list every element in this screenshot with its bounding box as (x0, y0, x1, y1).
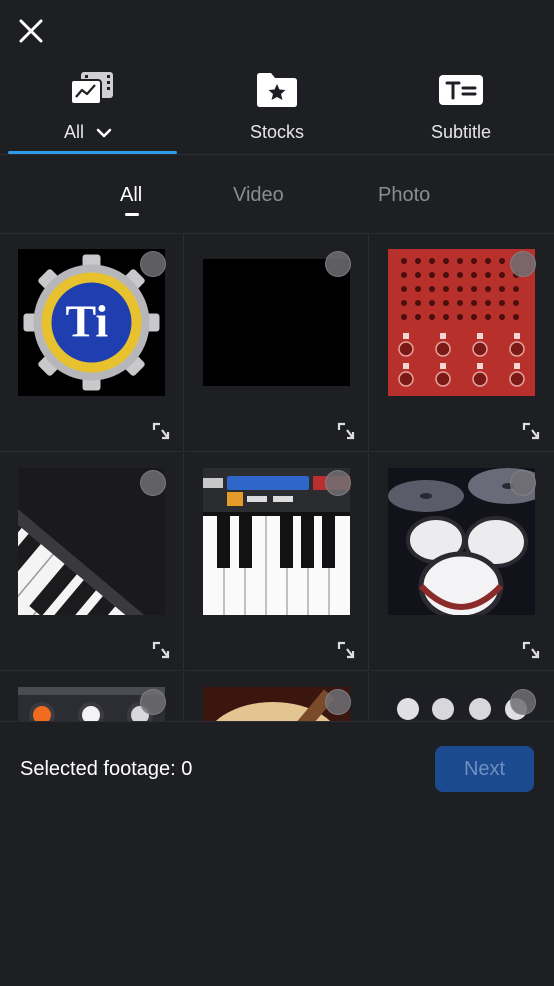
select-checkbox[interactable] (510, 470, 536, 496)
media-item[interactable] (185, 234, 369, 452)
tab-subtitle-label: Subtitle (430, 122, 492, 142)
close-button[interactable] (14, 14, 48, 48)
tab-stocks-label: Stocks (249, 122, 305, 142)
next-button[interactable]: Next (435, 746, 534, 792)
chevron-down-icon[interactable] (95, 126, 113, 140)
filter-active-indicator (125, 213, 139, 216)
media-item[interactable] (0, 453, 184, 671)
media-item[interactable] (370, 453, 554, 671)
tab-subtitle[interactable]: Subtitle (369, 62, 553, 154)
svg-text:Ti: Ti (66, 296, 109, 347)
filter-video[interactable]: Video (233, 184, 284, 207)
select-checkbox[interactable] (325, 470, 351, 496)
select-checkbox[interactable] (510, 689, 536, 715)
media-grid: Ti (0, 234, 554, 721)
selected-footage-count: Selected footage: 0 (20, 758, 193, 780)
expand-icon[interactable] (522, 422, 540, 440)
tab-all-label: All (64, 122, 85, 142)
star-folder-icon (257, 73, 297, 107)
text-subtitle-icon (439, 75, 483, 105)
tab-all[interactable]: All (0, 62, 184, 154)
divider (0, 154, 554, 155)
expand-icon[interactable] (522, 641, 540, 659)
expand-icon[interactable] (152, 422, 170, 440)
media-item[interactable] (370, 234, 554, 452)
select-checkbox[interactable] (140, 470, 166, 496)
select-checkbox[interactable] (140, 251, 166, 277)
select-checkbox[interactable] (325, 689, 351, 715)
media-item[interactable] (0, 672, 184, 721)
expand-icon[interactable] (337, 422, 355, 440)
close-icon (19, 19, 43, 43)
select-checkbox[interactable] (510, 251, 536, 277)
selection-footer: Selected footage: 0 Next (0, 721, 554, 986)
expand-icon[interactable] (337, 641, 355, 659)
media-item[interactable] (370, 672, 554, 721)
tab-stocks[interactable]: Stocks (185, 62, 369, 154)
filter-all[interactable]: All (120, 184, 142, 207)
top-tab-bar: All Stocks Subtitle (0, 62, 554, 154)
media-filter-tabs: All Video Photo (0, 156, 554, 232)
expand-icon[interactable] (152, 641, 170, 659)
media-item[interactable]: Ti (0, 234, 184, 452)
media-library-icon (70, 72, 113, 105)
filter-photo[interactable]: Photo (378, 184, 430, 207)
media-item[interactable] (185, 672, 369, 721)
select-checkbox[interactable] (325, 251, 351, 277)
select-checkbox[interactable] (140, 689, 166, 715)
media-item[interactable] (185, 453, 369, 671)
